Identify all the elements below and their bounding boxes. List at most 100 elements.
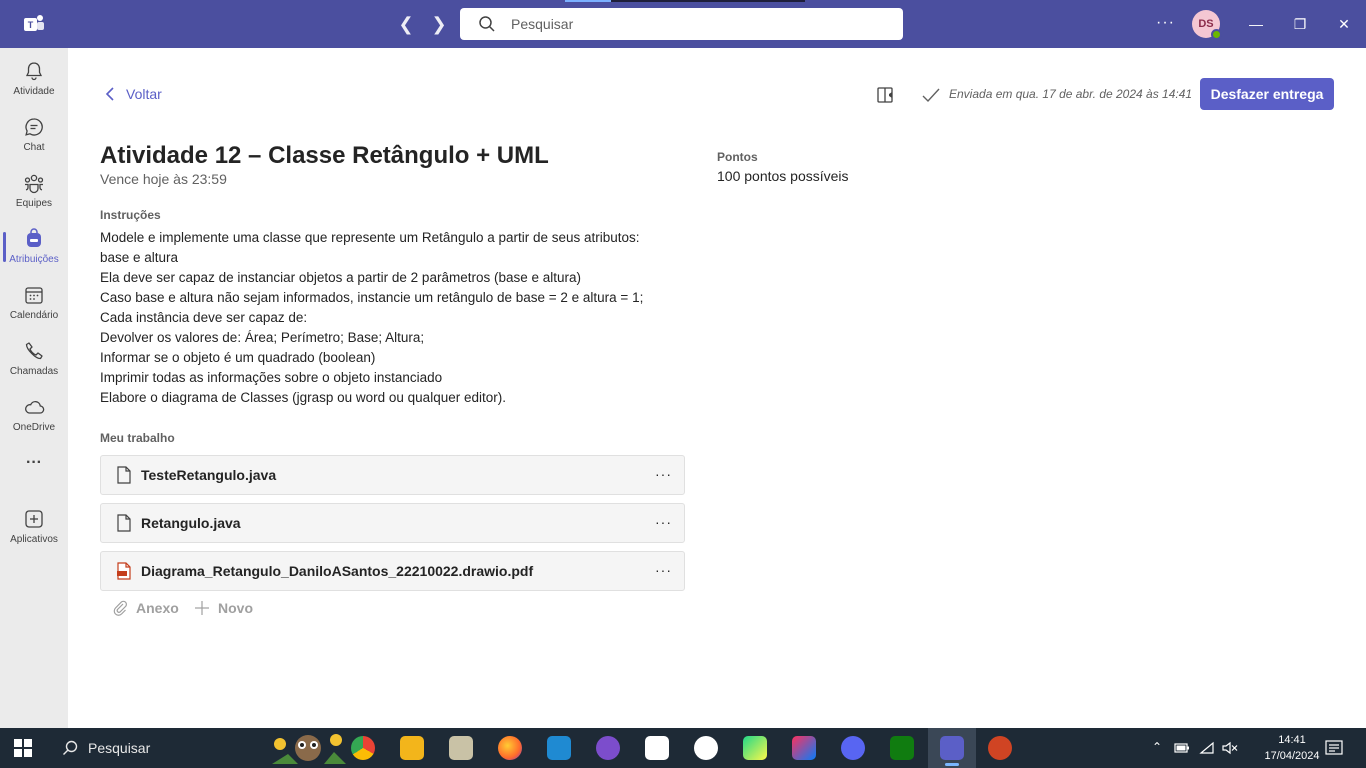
rail-item-calls[interactable]: Chamadas [0, 332, 68, 388]
wifi-icon[interactable] [1199, 741, 1215, 755]
file-more-options-icon[interactable]: ··· [655, 562, 672, 578]
chevron-left-icon [105, 87, 114, 101]
more-icon: ··· [26, 454, 42, 471]
rail-item-activity[interactable]: Atividade [0, 52, 68, 108]
rail-item-assignments[interactable]: Atribuições [0, 220, 68, 276]
rail-item-label: Calendário [9, 310, 59, 321]
instruction-line: Cada instância deve ser capaz de: [100, 310, 308, 325]
title-bar: T ❮ ❯ Pesquisar ··· DS — ❐ ✕ [0, 0, 1366, 48]
battery-icon[interactable] [1174, 741, 1190, 755]
taskbar: Pesquisar ⌃ 14:41 17/04/2024 [0, 728, 1366, 768]
file-name[interactable]: TesteRetangulo.java [141, 467, 276, 483]
close-icon[interactable]: ✕ [1334, 14, 1354, 34]
presence-available-icon [1211, 29, 1222, 40]
file-item[interactable]: Retangulo.java ··· [100, 503, 685, 543]
file-name[interactable]: Retangulo.java [141, 515, 241, 531]
cloud-icon [25, 401, 45, 414]
volume-muted-icon[interactable] [1222, 741, 1238, 755]
intellij-icon[interactable] [792, 736, 816, 760]
instruction-line: Imprimir todas as informações sobre o ob… [100, 370, 443, 385]
firefox-icon[interactable] [498, 736, 522, 760]
avatar[interactable]: DS [1192, 10, 1222, 40]
new-button[interactable]: Novo [194, 600, 253, 616]
attach-button[interactable]: Anexo [112, 600, 179, 616]
instruction-line: Caso base e altura não sejam informados,… [100, 290, 644, 305]
document-icon [117, 466, 131, 484]
pycharm-icon[interactable] [743, 736, 767, 760]
forward-arrow-icon[interactable]: ❯ [429, 14, 449, 34]
pdf-icon [117, 562, 131, 580]
photos-app-icon[interactable] [449, 736, 473, 760]
powerpoint-icon[interactable] [988, 736, 1012, 760]
taskbar-search-label: Pesquisar [88, 740, 151, 756]
assignment-detail: Voltar Enviada em qua. 17 de abr. de 202… [68, 48, 1366, 728]
back-arrow-icon[interactable]: ❮ [396, 14, 416, 34]
instruction-line: Devolver os valores de: Área; Perímetro;… [100, 330, 425, 345]
instructions-text: Modele e implemente uma classe que repre… [100, 228, 680, 408]
due-date: Vence hoje às 23:59 [100, 171, 227, 187]
teams-taskbar-button[interactable] [928, 728, 976, 768]
wacom-app-icon[interactable] [694, 736, 718, 760]
minimize-icon[interactable]: — [1246, 14, 1266, 34]
chrome-icon[interactable] [351, 736, 375, 760]
rail-item-label: Atividade [13, 86, 55, 97]
rail-item-calendar[interactable]: Calendário [0, 276, 68, 332]
xbox-icon[interactable] [890, 736, 914, 760]
rail-item-chat[interactable]: Chat [0, 108, 68, 164]
plus-icon [195, 601, 209, 615]
file-name[interactable]: Diagrama_Retangulo_DaniloASantos_2221002… [141, 563, 533, 579]
teams-icon [24, 174, 44, 194]
search-icon [63, 740, 78, 755]
discord-icon[interactable] [841, 736, 865, 760]
document-icon [117, 514, 131, 532]
file-more-options-icon[interactable]: ··· [655, 466, 672, 482]
back-label: Voltar [126, 86, 162, 102]
windows-start-icon[interactable] [14, 739, 32, 757]
back-button[interactable]: Voltar [104, 86, 162, 102]
file-item[interactable]: TesteRetangulo.java ··· [100, 455, 685, 495]
taskbar-search[interactable]: Pesquisar [52, 728, 352, 768]
instruction-line: Elabore o diagrama de Classes (jgrasp ou… [100, 390, 506, 405]
rail-item-label: OneDrive [12, 422, 56, 433]
search-icon [479, 16, 495, 32]
rail-item-onedrive[interactable]: OneDrive [0, 388, 68, 444]
rail-item-label: Equipes [15, 198, 53, 209]
more-options-icon[interactable]: ··· [1156, 14, 1175, 32]
search-input[interactable]: Pesquisar [460, 8, 903, 40]
search-placeholder: Pesquisar [511, 16, 574, 32]
calendar-icon [25, 287, 43, 304]
loading-indicator [565, 0, 805, 2]
github-desktop-icon[interactable] [596, 736, 620, 760]
rail-item-label: Chat [23, 142, 45, 153]
my-work-label: Meu trabalho [100, 431, 175, 445]
notification-center-icon[interactable] [1325, 740, 1343, 756]
notion-icon[interactable] [645, 736, 669, 760]
file-more-options-icon[interactable]: ··· [655, 514, 672, 530]
file-explorer-icon[interactable] [400, 736, 424, 760]
teams-logo-icon[interactable]: T [22, 12, 46, 36]
undo-submission-button[interactable]: Desfazer entrega [1200, 78, 1334, 110]
rail-item-label: Chamadas [9, 366, 59, 377]
immersive-reader-icon[interactable] [876, 85, 896, 105]
file-item[interactable]: Diagrama_Retangulo_DaniloASantos_2221002… [100, 551, 685, 591]
points-value: 100 pontos possíveis [717, 168, 849, 184]
rail-item-teams[interactable]: Equipes [0, 164, 68, 220]
points-label: Pontos [717, 150, 758, 164]
chevron-up-icon[interactable]: ⌃ [1152, 740, 1162, 754]
phone-icon [25, 342, 43, 360]
rail-item-apps[interactable]: Aplicativos [0, 500, 68, 556]
backpack-icon [27, 228, 41, 247]
instruction-line: Ela deve ser capaz de instanciar objetos… [100, 270, 582, 285]
submitted-status: Enviada em qua. 17 de abr. de 2024 às 14… [949, 87, 1193, 101]
page-title: Atividade 12 – Classe Retângulo + UML [100, 142, 549, 169]
vscode-icon[interactable] [547, 736, 571, 760]
system-clock[interactable]: 14:41 17/04/2024 [1262, 732, 1322, 764]
paperclip-icon [113, 600, 127, 616]
clock-time: 14:41 [1278, 734, 1306, 746]
app-rail: Atividade Chat Equipes Atribuições Calen… [0, 48, 68, 728]
rail-item-more[interactable]: ··· [0, 448, 68, 504]
rail-item-label: Atribuições [9, 254, 59, 265]
instructions-label: Instruções [100, 208, 161, 222]
clock-date: 17/04/2024 [1264, 750, 1320, 762]
restore-icon[interactable]: ❐ [1290, 14, 1310, 34]
